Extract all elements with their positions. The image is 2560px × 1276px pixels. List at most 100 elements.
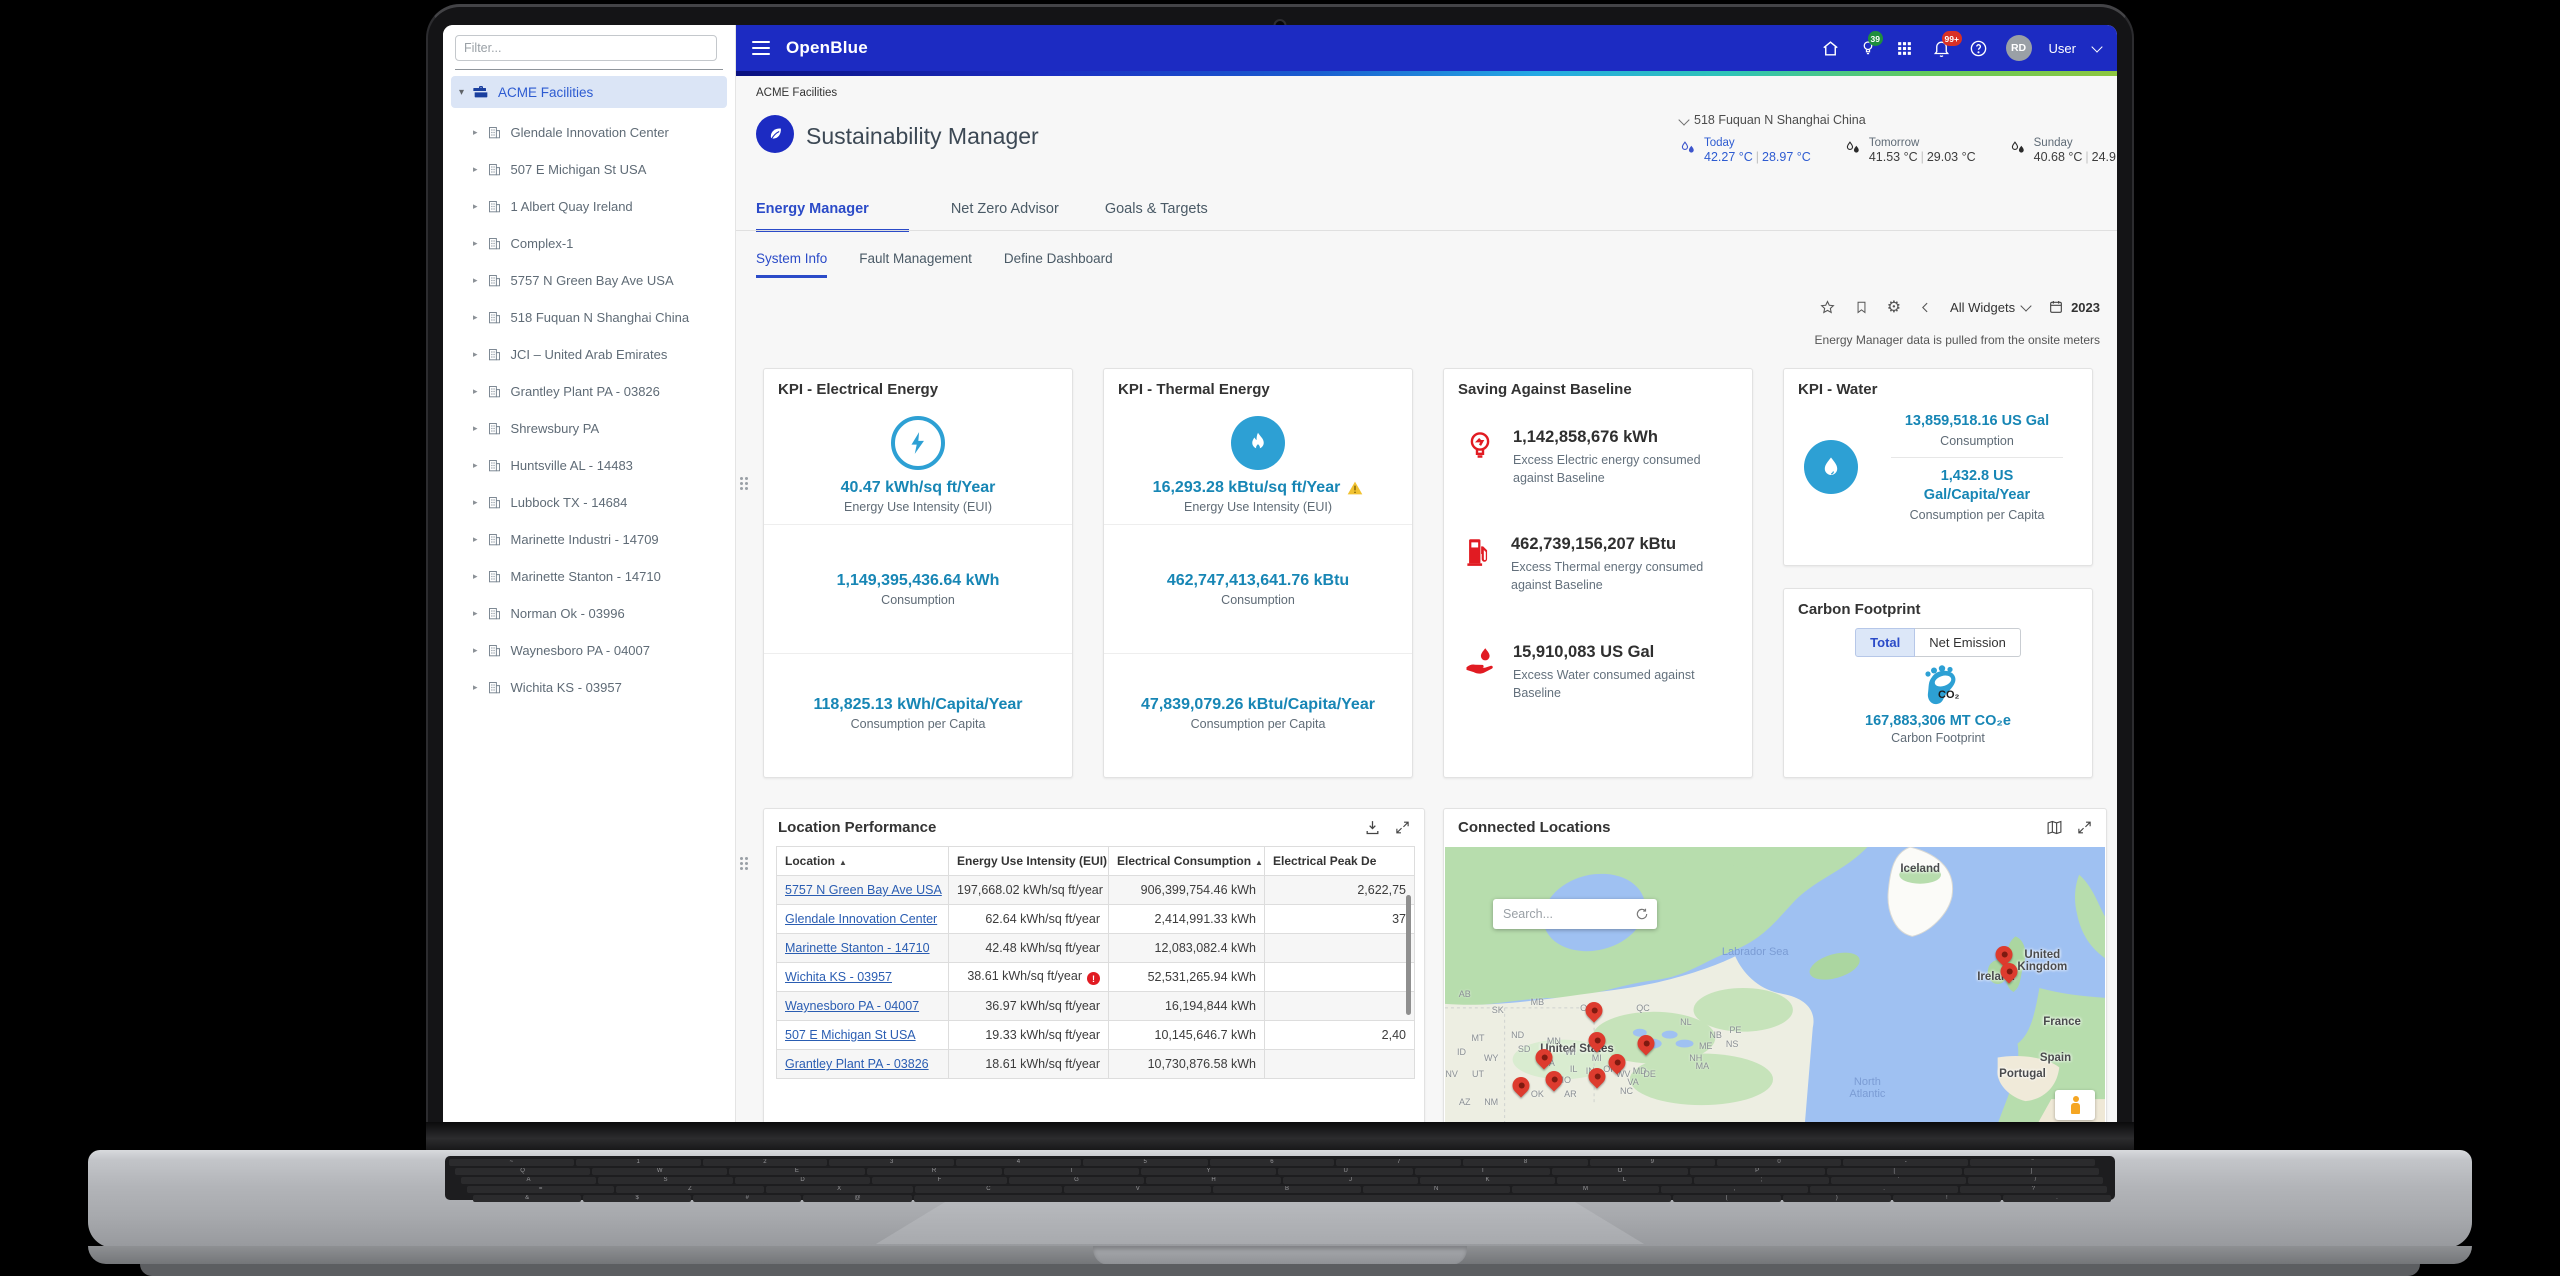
user-menu-label[interactable]: User bbox=[2049, 41, 2076, 56]
caret-right-icon[interactable]: ▸ bbox=[473, 571, 478, 582]
tab-goals-amp-targets[interactable]: Goals & Targets bbox=[1101, 201, 1212, 232]
expand-icon[interactable] bbox=[1395, 820, 1410, 835]
home-icon[interactable] bbox=[1821, 38, 1841, 58]
favorite-star-icon[interactable] bbox=[1819, 299, 1836, 316]
table-row: 5757 N Green Bay Ave USA197,668.02 kWh/s… bbox=[777, 876, 1415, 905]
tab-energy-manager[interactable]: Energy Manager bbox=[756, 201, 909, 232]
sidebar-item[interactable]: ▸JCI – United Arab Emirates bbox=[473, 336, 735, 373]
column-header[interactable]: Electrical Consumption▲ bbox=[1109, 847, 1265, 876]
sidebar-item[interactable]: ▸5757 N Green Bay Ave USA bbox=[473, 262, 735, 299]
caret-right-icon[interactable]: ▸ bbox=[473, 275, 478, 286]
map-icon[interactable] bbox=[2046, 819, 2063, 836]
sidebar-item[interactable]: ▸Waynesboro PA - 04007 bbox=[473, 632, 735, 669]
caret-down-icon[interactable]: ▾ bbox=[459, 87, 464, 98]
bookmark-icon[interactable] bbox=[1854, 299, 1869, 316]
subtab-system-info[interactable]: System Info bbox=[756, 251, 827, 278]
column-header[interactable]: Location▲ bbox=[777, 847, 949, 876]
column-header[interactable]: Electrical Peak De bbox=[1265, 847, 1415, 876]
carbon-label: Carbon Footprint bbox=[1784, 731, 2092, 745]
sidebar-item[interactable]: ▸Glendale Innovation Center bbox=[473, 114, 735, 151]
sidebar-item[interactable]: ▸Shrewsbury PA bbox=[473, 410, 735, 447]
caret-right-icon[interactable]: ▸ bbox=[473, 238, 478, 249]
location-link[interactable]: 507 E Michigan St USA bbox=[785, 1028, 916, 1042]
caret-right-icon[interactable]: ▸ bbox=[473, 608, 478, 619]
caret-right-icon[interactable]: ▸ bbox=[473, 386, 478, 397]
location-link[interactable]: Grantley Plant PA - 03826 bbox=[785, 1057, 929, 1071]
keyboard-key: = bbox=[467, 1186, 614, 1193]
caret-right-icon[interactable]: ▸ bbox=[473, 423, 478, 434]
caret-right-icon[interactable]: ▸ bbox=[473, 460, 478, 471]
weather-location-select[interactable]: 518 Fuquan N Shanghai China bbox=[1680, 113, 2100, 127]
location-link[interactable]: Waynesboro PA - 04007 bbox=[785, 999, 919, 1013]
notifications-badge: 99+ bbox=[1942, 31, 1962, 46]
sidebar-item[interactable]: ▸Norman Ok - 03996 bbox=[473, 595, 735, 632]
sidebar-item[interactable]: ▸518 Fuquan N Shanghai China bbox=[473, 299, 735, 336]
sidebar-item[interactable]: ▸1 Albert Quay Ireland bbox=[473, 188, 735, 225]
chevron-left-icon[interactable] bbox=[1919, 301, 1932, 314]
pegman-control[interactable] bbox=[2055, 1090, 2095, 1120]
caret-right-icon[interactable]: ▸ bbox=[473, 312, 478, 323]
column-header[interactable]: Energy Use Intensity (EUI)▼ bbox=[949, 847, 1109, 876]
location-link[interactable]: 5757 N Green Bay Ave USA bbox=[785, 883, 942, 897]
tab-net-zero-advisor[interactable]: Net Zero Advisor bbox=[947, 201, 1063, 232]
subtab-define-dashboard[interactable]: Define Dashboard bbox=[1004, 251, 1113, 278]
map-search-input[interactable] bbox=[1501, 906, 1629, 922]
building-icon bbox=[487, 273, 502, 288]
sidebar-item[interactable]: ▸Grantley Plant PA - 03826 bbox=[473, 373, 735, 410]
caret-right-icon[interactable]: ▸ bbox=[473, 497, 478, 508]
help-icon[interactable] bbox=[1969, 38, 1989, 58]
widget-drag-handle[interactable] bbox=[740, 857, 750, 870]
widgets-filter-dropdown[interactable]: All Widgets bbox=[1950, 300, 2030, 315]
keyboard-key: N bbox=[1363, 1186, 1510, 1193]
sidebar-item[interactable]: ▸Wichita KS - 03957 bbox=[473, 669, 735, 706]
sidebar-item[interactable]: ▸Marinette Industri - 14709 bbox=[473, 521, 735, 558]
year-picker[interactable]: 2023 bbox=[2048, 299, 2100, 315]
caret-right-icon[interactable]: ▸ bbox=[473, 645, 478, 656]
subtab-fault-management[interactable]: Fault Management bbox=[859, 251, 972, 278]
caret-right-icon[interactable]: ▸ bbox=[473, 164, 478, 175]
sidebar-item[interactable]: ▸507 E Michigan St USA bbox=[473, 151, 735, 188]
carbon-toggle-total[interactable]: Total bbox=[1855, 628, 1915, 657]
settings-gear-icon[interactable]: ⚙ bbox=[1887, 297, 1901, 317]
location-link[interactable]: Wichita KS - 03957 bbox=[785, 970, 892, 984]
consumption-label: Consumption bbox=[1940, 434, 2014, 448]
notifications-bell-icon[interactable]: 99+ bbox=[1932, 38, 1952, 58]
refresh-icon[interactable] bbox=[1635, 907, 1649, 921]
chevron-down-icon[interactable] bbox=[2091, 41, 2102, 52]
carbon-toggle-net-emission[interactable]: Net Emission bbox=[1915, 628, 2021, 657]
sidebar-item[interactable]: ▸Marinette Stanton - 14710 bbox=[473, 558, 735, 595]
table-scrollbar[interactable] bbox=[1406, 895, 1411, 1015]
caret-right-icon[interactable]: ▸ bbox=[473, 534, 478, 545]
world-map[interactable]: IcelandUnited KingdomIrelandFranceSpainP… bbox=[1445, 847, 2105, 1124]
filter-input[interactable] bbox=[455, 35, 717, 61]
keyboard-key: Z bbox=[616, 1186, 763, 1193]
download-icon[interactable] bbox=[1364, 819, 1381, 836]
chevron-down-icon bbox=[1678, 114, 1689, 125]
caret-right-icon[interactable]: ▸ bbox=[473, 201, 478, 212]
expand-icon[interactable] bbox=[2077, 820, 2092, 835]
card-title: KPI - Electrical Energy bbox=[764, 369, 1072, 406]
sidebar-item[interactable]: ▸Huntsville AL - 14483 bbox=[473, 447, 735, 484]
top-app-bar: OpenBlue 39 99+ bbox=[736, 25, 2117, 71]
sidebar-item-label: Lubbock TX - 14684 bbox=[511, 495, 628, 510]
sidebar-item-acme-facilities[interactable]: ▾ ACME Facilities bbox=[451, 76, 727, 108]
caret-right-icon[interactable]: ▸ bbox=[473, 349, 478, 360]
sort-asc-icon[interactable]: ▲ bbox=[839, 858, 847, 867]
insights-bulb-icon[interactable]: 39 bbox=[1858, 38, 1878, 58]
avatar[interactable]: RD bbox=[2006, 35, 2032, 61]
capita-value: 118,825.13 kWh/Capita/Year bbox=[803, 696, 1032, 714]
caret-right-icon[interactable]: ▸ bbox=[473, 127, 478, 138]
caret-right-icon[interactable]: ▸ bbox=[473, 682, 478, 693]
sidebar-item[interactable]: ▸Complex-1 bbox=[473, 225, 735, 262]
sidebar-item[interactable]: ▸ Lubbock TX - 14684 bbox=[473, 484, 735, 521]
apps-grid-icon[interactable] bbox=[1895, 38, 1915, 58]
menu-icon[interactable] bbox=[752, 41, 770, 55]
forecast-tomorrow: Tomorrow41.53 °C|29.03 °C bbox=[1845, 137, 1976, 164]
baseline-item: 1,142,858,676 kWhExcess Electric energy … bbox=[1444, 428, 1752, 487]
location-link[interactable]: Marinette Stanton - 14710 bbox=[785, 941, 930, 955]
error-icon[interactable]: ! bbox=[1087, 972, 1100, 985]
weather-widget: 518 Fuquan N Shanghai China Today42.27 °… bbox=[1680, 113, 2100, 164]
location-link[interactable]: Glendale Innovation Center bbox=[785, 912, 937, 926]
widget-drag-handle[interactable] bbox=[740, 477, 750, 490]
sort-asc-icon[interactable]: ▲ bbox=[1255, 858, 1263, 867]
